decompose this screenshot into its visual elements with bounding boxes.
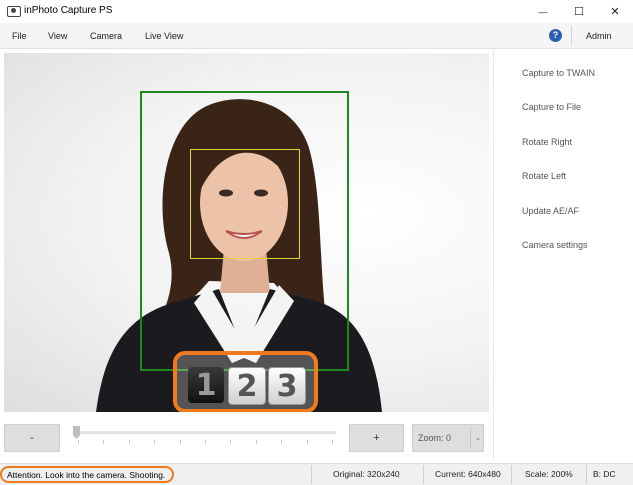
zoom-combo-value: Zoom: 0 bbox=[418, 433, 452, 443]
close-button[interactable]: ✕ bbox=[597, 0, 633, 23]
menu-live-view[interactable]: Live View bbox=[145, 23, 183, 49]
countdown-digit-2: 2 bbox=[228, 367, 266, 405]
status-bar: Attention. Look into the camera. Shootin… bbox=[0, 463, 633, 485]
window-title: inPhoto Capture PS bbox=[24, 5, 113, 16]
help-icon[interactable]: ? bbox=[549, 29, 562, 42]
zoom-slider-tick bbox=[103, 440, 105, 444]
zoom-in-button[interactable]: + bbox=[349, 424, 404, 452]
capture-to-twain-button[interactable]: Capture to TWAIN bbox=[522, 68, 595, 78]
zoom-slider-tick bbox=[281, 440, 283, 444]
status-separator bbox=[586, 465, 587, 484]
zoom-slider-thumb[interactable] bbox=[73, 426, 80, 439]
admin-button[interactable]: Admin bbox=[586, 23, 612, 49]
menu-bar: File View Camera Live View ? Admin bbox=[0, 23, 633, 49]
zoom-slider-tick bbox=[230, 440, 232, 444]
status-current-size: Current: 640x480 bbox=[435, 469, 501, 479]
title-bar: inPhoto Capture PS — ☐ ✕ bbox=[0, 0, 633, 23]
camera-settings-button[interactable]: Camera settings bbox=[522, 240, 588, 250]
countdown-digit-1: 1 bbox=[188, 367, 224, 403]
zoom-slider-tick bbox=[128, 440, 130, 444]
minimize-icon: — bbox=[538, 6, 548, 17]
menu-view[interactable]: View bbox=[48, 23, 67, 49]
minimize-button[interactable]: — bbox=[525, 0, 561, 23]
zoom-slider-tick bbox=[205, 440, 206, 444]
countdown-digit-3: 3 bbox=[268, 367, 306, 405]
status-separator bbox=[311, 465, 312, 484]
zoom-slider-tick bbox=[78, 440, 79, 444]
capture-to-file-button[interactable]: Capture to File bbox=[522, 102, 581, 112]
maximize-button[interactable]: ☐ bbox=[561, 0, 597, 23]
countdown-indicator: 1 2 3 bbox=[173, 351, 318, 412]
zoom-combo[interactable]: Zoom: 0 ⌄ bbox=[412, 424, 484, 452]
rotate-right-button[interactable]: Rotate Right bbox=[522, 137, 572, 147]
status-scale: Scale: 200% bbox=[525, 469, 573, 479]
zoom-slider-tick bbox=[179, 440, 181, 444]
zoom-slider-tick bbox=[306, 440, 308, 444]
status-separator bbox=[423, 465, 424, 484]
camera-app-icon bbox=[7, 6, 21, 17]
status-message: Attention. Look into the camera. Shootin… bbox=[0, 466, 175, 483]
zoom-slider-track[interactable] bbox=[74, 431, 336, 434]
status-separator bbox=[511, 465, 512, 484]
menu-file[interactable]: File bbox=[12, 23, 27, 49]
menu-camera[interactable]: Camera bbox=[90, 23, 122, 49]
zoom-out-button[interactable]: - bbox=[4, 424, 60, 452]
zoom-slider-tick bbox=[255, 440, 257, 444]
update-ae-af-button[interactable]: Update AE/AF bbox=[522, 206, 579, 216]
zoom-slider-tick bbox=[332, 440, 333, 444]
close-icon: ✕ bbox=[610, 6, 620, 18]
status-mode: B: DC bbox=[593, 469, 616, 479]
menu-separator bbox=[571, 26, 572, 45]
rotate-left-button[interactable]: Rotate Left bbox=[522, 171, 566, 181]
zoom-combo-separator bbox=[470, 428, 471, 448]
eyes-detection-frame bbox=[190, 149, 300, 259]
status-original-size: Original: 320x240 bbox=[333, 469, 400, 479]
side-panel-divider bbox=[493, 49, 494, 459]
zoom-slider-tick bbox=[154, 440, 156, 444]
maximize-icon: ☐ bbox=[574, 6, 584, 18]
live-preview[interactable]: 1 2 3 bbox=[4, 53, 489, 412]
chevron-down-icon[interactable]: ⌄ bbox=[472, 425, 484, 451]
